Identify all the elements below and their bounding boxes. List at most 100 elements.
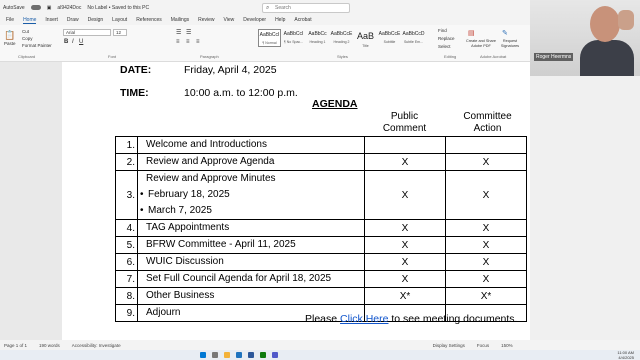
menu-file[interactable]: File [6,17,14,23]
agenda-title: AGENDA [312,98,358,110]
menu-references[interactable]: References [136,17,162,23]
style-item[interactable]: AaB Title [354,29,377,48]
search-placeholder: Search [275,5,291,11]
item-number: 9. [115,304,138,322]
menu-draw[interactable]: Draw [67,17,79,23]
label-status[interactable]: No Label • Saved to this PC [87,5,149,11]
item-title: Review and Approve Agenda [146,156,275,167]
display-settings[interactable]: Display Settings [433,343,465,348]
search-input[interactable]: ⌕ Search [262,3,350,13]
menu-insert[interactable]: Insert [45,17,58,23]
save-icon[interactable]: ▣ [47,5,52,11]
copy-button[interactable]: Copy [22,36,33,41]
style-item[interactable]: AaBbCc Heading 1 [306,29,329,47]
menu-mailings[interactable]: Mailings [171,17,189,23]
item-title: BFRW Committee - April 11, 2025 [146,239,296,250]
item-number: 5. [115,236,138,254]
word-icon[interactable] [248,352,254,358]
item-text: TAG Appointments [137,219,365,237]
paste-button[interactable]: Paste [4,41,16,46]
committee-action-cell: X [445,219,527,237]
document-page[interactable]: DATE: Friday, April 4, 2025 TIME: 10:00 … [62,62,538,340]
item-text: BFRW Committee - April 11, 2025 [137,236,365,254]
table-row: 8. Other Business X* X* [115,287,527,305]
participant-hand [618,10,634,30]
menu-layout[interactable]: Layout [112,17,127,23]
replace-button[interactable]: Replace [438,36,455,41]
menu-acrobat[interactable]: Acrobat [294,17,311,23]
font-name-select[interactable]: Arial [63,29,111,36]
numbering-icon[interactable]: ☰ [186,29,191,36]
item-title: WUIC Discussion [146,256,224,267]
style-sample: AaB [356,31,374,41]
signature-icon[interactable]: ✎ [502,29,508,37]
public-header-line1: Public [390,111,419,122]
status-bar: Page 1 of 1 190 words Accessibility: Inv… [0,340,640,350]
public-header-line2: Comment [382,123,427,134]
item-number: 3. [115,170,138,220]
word-count[interactable]: 190 words [39,343,60,348]
font-group-label: Font [108,54,117,59]
participant-name: Roger Heermns [534,53,574,61]
autosave-toggle[interactable] [30,5,41,10]
pdf-icon[interactable]: ▤ [468,29,475,37]
teams-icon[interactable] [272,352,278,358]
focus-mode[interactable]: Focus [477,343,489,348]
menu-developer[interactable]: Developer [243,17,266,23]
menu-review[interactable]: Review [198,17,214,23]
item-text: Review and Approve Minutes • February 18, … [137,170,365,220]
style-item[interactable]: AaBbCcD Subtle Em... [402,29,425,47]
taskbar [0,350,640,360]
select-button[interactable]: Select [438,44,451,49]
table-row: 4. TAG Appointments X X [115,219,527,237]
item-title: Other Business [146,290,215,301]
font-size-select[interactable]: 12 [113,29,127,36]
find-button[interactable]: Find [438,28,447,33]
style-sample: AaBbCcE [378,31,401,37]
bold-button[interactable]: B [64,39,68,45]
edge-icon[interactable] [236,352,242,358]
autosave-label: AutoSave [3,4,25,11]
participant-torso [580,40,634,76]
file-explorer-icon[interactable] [224,352,230,358]
underline-button[interactable]: U [79,39,83,45]
public-comment-cell [364,136,446,154]
menu-view[interactable]: View [224,17,235,23]
cut-button[interactable]: Cut [22,29,29,34]
align-right-icon[interactable]: ≡ [196,39,200,45]
menu-help[interactable]: Help [275,17,285,23]
item-title: TAG Appointments [146,222,230,233]
align-center-icon[interactable]: ≡ [186,39,190,45]
click-here-link[interactable]: Click Here [340,313,388,325]
page-count[interactable]: Page 1 of 1 [4,343,27,348]
committee-header-line2: Action [473,123,502,134]
editing-group-label: Editing [444,54,457,59]
align-left-icon[interactable]: ≡ [176,39,180,45]
accessibility-status[interactable]: Accessibility: Investigate [72,343,121,348]
paste-icon[interactable]: 📋 [4,30,15,41]
search-taskbar-icon[interactable] [212,352,218,358]
menu-home[interactable]: Home [23,17,37,24]
committee-action-cell: X [445,270,527,288]
italic-button[interactable]: I [72,39,74,45]
style-name: Heading 1 [309,40,326,44]
bullets-icon[interactable]: ☰ [176,29,181,36]
style-item[interactable]: AaBbCcI ¶ No Spac... [282,29,305,47]
request-signatures-button[interactable]: Request Signatures [497,39,523,48]
sub-item-text: March 7, 2025 [148,205,212,216]
style-item[interactable]: AaBbCcI ¶ Normal [258,29,281,47]
system-clock[interactable]: 11:00 AM 4/4/2025 [617,350,634,360]
zoom-level[interactable]: 150% [501,343,513,348]
footer-prefix: Please [305,313,341,325]
style-sample: AaBbCcI [259,32,280,38]
create-share-pdf-button[interactable]: Create and Share Adobe PDF [466,39,496,48]
bullet-icon: • [140,205,144,216]
start-icon[interactable] [200,352,206,358]
style-item[interactable]: AaBbCcE Subtitle [378,29,401,47]
style-item[interactable]: AaBbCcE Heading 2 [330,29,353,47]
excel-icon[interactable] [260,352,266,358]
format-painter-button[interactable]: Format Painter [22,43,52,48]
item-text: WUIC Discussion [137,253,365,271]
public-comment-cell: X [364,270,446,288]
menu-design[interactable]: Design [88,17,104,23]
